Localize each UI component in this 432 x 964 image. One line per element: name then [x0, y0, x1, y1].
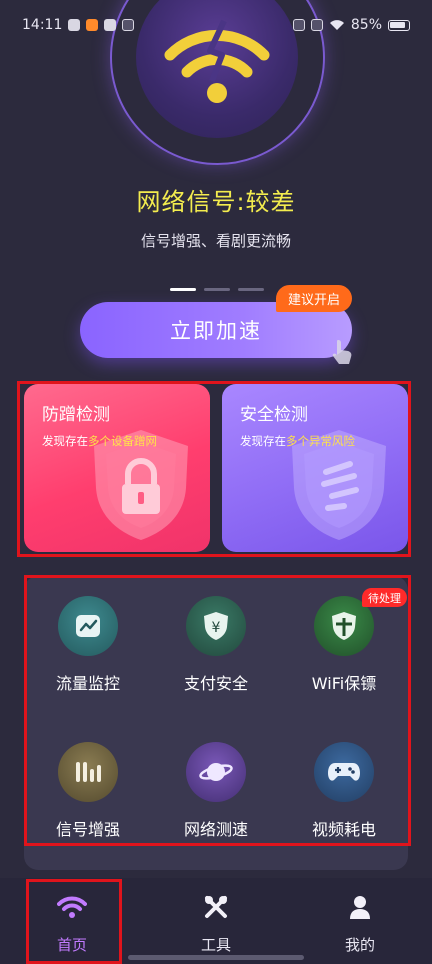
card-description: 发现存在多个设备蹭网 [42, 433, 192, 449]
battery-icon [388, 19, 410, 31]
page-dot[interactable] [170, 288, 196, 291]
nav-tab-tools[interactable]: 工具 [144, 878, 288, 964]
pending-badge: 待处理 [362, 588, 407, 607]
card-title: 安全检测 [240, 405, 308, 425]
card-desc-prefix: 发现存在 [42, 434, 88, 448]
battery-percent: 85% [350, 17, 382, 33]
status-time: 14:11 [22, 17, 63, 33]
page-dot[interactable] [238, 288, 264, 291]
card-desc-highlight: 多个设备蹭网 [88, 434, 157, 448]
tool-label: 视频耗电 [311, 820, 376, 839]
chart-line-icon [58, 596, 118, 656]
nav-label: 首页 [56, 936, 87, 954]
tool-wifi-guard[interactable]: WiFi保镖 [284, 596, 404, 694]
tools-panel: 流量监控 ¥ 支付安全 WiFi保镖 信号增强 网络测速 视频耗电 [24, 576, 408, 870]
card-desc-prefix: 发现存在 [240, 434, 286, 448]
tool-payment-security[interactable]: ¥ 支付安全 [156, 596, 276, 694]
tiktok-icon [104, 19, 117, 31]
gamepad-icon [314, 742, 374, 802]
alarm-icon [310, 19, 323, 31]
signal-status-title: 网络信号:较差 [136, 188, 296, 216]
svg-text:¥: ¥ [212, 620, 221, 636]
tool-speed-test[interactable]: 网络测速 [156, 742, 276, 840]
nav-tab-home[interactable]: 首页 [0, 878, 144, 964]
nav-tab-profile[interactable]: 我的 [288, 878, 432, 964]
security-check-card[interactable]: 安全检测 发现存在多个异常风险 [222, 384, 408, 552]
tool-label: 支付安全 [183, 674, 248, 693]
card-description: 发现存在多个异常风险 [240, 433, 390, 449]
card-title: 防蹭检测 [42, 405, 110, 425]
tool-video-power[interactable]: 视频耗电 [284, 742, 404, 840]
signal-status-subtitle: 信号增强、看剧更流畅 [140, 232, 291, 250]
anti-leech-card[interactable]: 防蹭检测 发现存在多个设备蹭网 [24, 384, 210, 552]
signal-bars-icon [58, 742, 118, 802]
card-desc-highlight: 多个异常风险 [286, 434, 355, 448]
notification-icon [68, 19, 81, 31]
status-left: 14:11 [22, 17, 135, 33]
page-dot[interactable] [204, 288, 230, 291]
nav-label: 我的 [344, 936, 375, 954]
tool-signal-boost[interactable]: 信号增强 [28, 742, 148, 840]
shield-yuan-icon: ¥ [186, 596, 246, 656]
chat-icon [122, 19, 135, 31]
nav-label: 工具 [200, 936, 231, 954]
status-bar: 14:11 85% [0, 0, 432, 50]
vibrate-icon [292, 19, 305, 31]
tool-traffic-monitor[interactable]: 流量监控 [28, 596, 148, 694]
home-indicator[interactable] [128, 955, 304, 960]
wifi-icon [57, 892, 87, 922]
tool-label: 网络测速 [183, 820, 248, 839]
user-icon [345, 892, 375, 922]
wifi-status-icon [329, 20, 344, 30]
planet-icon [186, 742, 246, 802]
status-right: 85% [292, 17, 410, 33]
recommend-badge: 建议开启 [276, 285, 353, 312]
app-notification-icon [86, 19, 99, 31]
tool-label: 信号增强 [55, 820, 120, 839]
tools-icon [201, 892, 231, 922]
tap-hand-icon [332, 340, 352, 364]
tool-label: 流量监控 [55, 674, 120, 693]
tool-label: WiFi保镖 [311, 674, 377, 693]
page-indicator [170, 288, 264, 291]
bottom-nav: 首页 工具 我的 [0, 878, 432, 964]
